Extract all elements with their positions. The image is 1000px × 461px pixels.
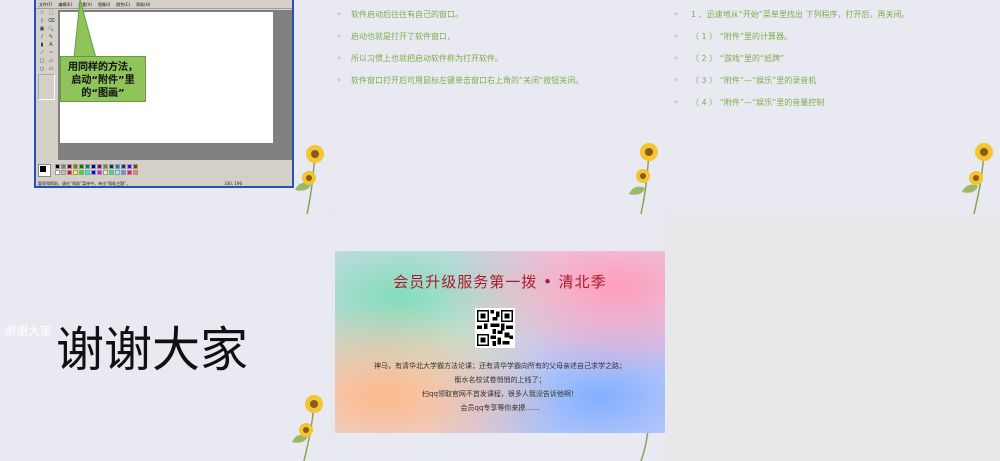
callout-line-1: 用同样的方法， (68, 62, 138, 73)
callout-line-3: 的“图画” (81, 88, 125, 99)
slide-2-bullet-list: 软件启动后往往有自己的窗口。启动也就是打开了软件窗口， 所以习惯上也就把启动软件称… (337, 9, 583, 97)
color-swatch[interactable] (55, 164, 60, 169)
bullet-item: （ 3 ） “附件”—“娱乐”里的录音机 (674, 75, 909, 86)
paint-tool-icon[interactable]: A (47, 42, 55, 49)
empty-grid-cell (668, 216, 1000, 461)
promo-line: 会员qq专享等你来撩…… (460, 404, 540, 412)
bullet-item: （ 2 ） “游戏”里的“纸牌” (674, 53, 909, 64)
color-swatch[interactable] (61, 170, 66, 175)
color-swatch[interactable] (115, 164, 120, 169)
color-swatch[interactable] (79, 164, 84, 169)
paint-tool-icon[interactable]: ☆ (38, 10, 46, 17)
sunflower-icon (962, 143, 993, 214)
thanks-shadow-text: 谢谢大家 (4, 324, 53, 338)
color-swatch[interactable] (103, 170, 108, 175)
color-swatch[interactable] (67, 164, 72, 169)
paint-menu-item[interactable]: 图像(I) (98, 0, 110, 8)
qr-code-icon[interactable] (475, 308, 515, 348)
bullet-item: （ 4 ） “附件”—“娱乐”里的音量控制 (674, 97, 909, 108)
thanks-title: 谢谢大家 (56, 322, 249, 378)
paint-tool-icon[interactable]: 🔍 (47, 26, 55, 33)
slide-3-bullet-list: 1 、迅速地从“开始”菜单里找出 下列程序，打开后，再关闭。 （ 1 ） “附件”… (674, 9, 909, 119)
callout-pointer (73, 0, 97, 58)
qr-code-graphic (477, 310, 513, 346)
paint-tool-icon[interactable]: ▱ (47, 58, 55, 65)
paint-tool-icon[interactable]: ⌫ (47, 18, 55, 25)
bullet-item: （ 1 ） “附件”里的计算器。 (674, 31, 909, 42)
color-swatch[interactable] (109, 170, 114, 175)
color-swatches (55, 164, 138, 177)
bullet-item: 软件启动后往往有自己的窗口。 (337, 9, 583, 20)
promo-description: 神马，有清华北大学霸方法论课；还有清华学霸向所有的父母亲述自己求学之路； 衡水名校… (335, 359, 665, 415)
slide-5-thumbnail[interactable]: 会员升级服务第一拨 • 清北季 神马，有清华北大学霸方法论课；还有清华学霸向所有… (333, 216, 666, 461)
callout-box: 用同样的方法， 启动“附件”里 的“图画” (60, 56, 146, 102)
status-help-text: 要获得帮助，请在“帮助”菜单中，单击“帮助主题”。 (38, 181, 131, 186)
tool-options-box (38, 74, 55, 100)
paint-statusbar: 要获得帮助，请在“帮助”菜单中，单击“帮助主题”。 330, 196 (38, 180, 292, 187)
sunflower-icon (295, 145, 324, 214)
color-swatch[interactable] (97, 170, 102, 175)
slide-3-thumbnail[interactable]: 1 、迅速地从“开始”菜单里找出 下列程序，打开后，再关闭。 （ 1 ） “附件”… (668, 0, 1000, 214)
paint-tool-icon[interactable]: □ (38, 58, 46, 65)
color-swatch[interactable] (79, 170, 84, 175)
paint-menu-item[interactable]: 颜色(C) (116, 0, 130, 8)
sunflower-icon (629, 143, 658, 214)
paint-menu-item[interactable]: 帮助(H) (136, 0, 150, 8)
slide-4-thumbnail[interactable]: 谢谢大家 谢谢大家 (0, 216, 331, 461)
color-swatch[interactable] (115, 170, 120, 175)
paint-tool-icon[interactable]: ⬚ (47, 10, 55, 17)
color-swatch[interactable] (73, 164, 78, 169)
callout-line-2: 启动“附件”里 (71, 75, 135, 86)
color-swatch[interactable] (55, 170, 60, 175)
paint-toolbox: ☆ ⬚ ◊ ⌫ ▣ 🔍 / ✎ ▮ A ⟋ ~ □ ▱ ○ ▭ (38, 10, 56, 160)
color-swatch[interactable] (67, 170, 72, 175)
bullet-item: 1 、迅速地从“开始”菜单里找出 下列程序，打开后，再关闭。 (674, 9, 909, 20)
paint-tool-icon[interactable]: ◊ (38, 18, 46, 25)
slide-sorter-grid: 文件(F) 编辑(E) 查看(V) 图像(I) 颜色(C) 帮助(H) ☆ ⬚ ◊ ⌫ ▣ 🔍 / ✎ ▮… (0, 0, 1000, 461)
paint-tool-icon[interactable]: ▣ (38, 26, 46, 33)
paint-tool-icon[interactable]: ▭ (47, 66, 55, 73)
slide-1-thumbnail[interactable]: 文件(F) 编辑(E) 查看(V) 图像(I) 颜色(C) 帮助(H) ☆ ⬚ ◊ ⌫ ▣ 🔍 / ✎ ▮… (0, 0, 331, 214)
sunflower-icon (292, 395, 323, 461)
color-swatch[interactable] (103, 164, 108, 169)
paint-menu-item[interactable]: 文件(F) (39, 0, 52, 8)
color-swatch[interactable] (109, 164, 114, 169)
color-swatch[interactable] (127, 164, 132, 169)
color-swatch[interactable] (121, 164, 126, 169)
paint-tool-icon[interactable]: ▮ (38, 42, 46, 49)
color-swatch[interactable] (133, 164, 138, 169)
color-swatch[interactable] (73, 170, 78, 175)
color-swatch[interactable] (127, 170, 132, 175)
color-palette (38, 164, 138, 177)
color-swatch[interactable] (91, 164, 96, 169)
paint-tool-icon[interactable]: ⟋ (38, 50, 46, 57)
bullet-item: 所以习惯上也就把启动软件称为打开软件。 (337, 53, 583, 64)
promo-card: 会员升级服务第一拨 • 清北季 神马，有清华北大学霸方法论课；还有清华学霸向所有… (335, 251, 665, 433)
paint-tool-icon[interactable]: ~ (47, 50, 55, 57)
status-coordinates: 330, 196 (224, 181, 242, 186)
color-swatch[interactable] (61, 164, 66, 169)
paint-tool-icon[interactable]: / (38, 34, 46, 41)
color-swatch[interactable] (85, 164, 90, 169)
paint-tool-icon[interactable]: ✎ (47, 34, 55, 41)
bullet-item: 软件窗口打开后可用鼠标左键单击窗口右上角的“关闭”按钮关闭。 (337, 75, 583, 86)
color-swatch[interactable] (97, 164, 102, 169)
color-swatch[interactable] (85, 170, 90, 175)
bullet-item: 启动也就是打开了软件窗口， (337, 31, 583, 42)
color-swatch[interactable] (133, 170, 138, 175)
color-swatch[interactable] (91, 170, 96, 175)
paint-tool-icon[interactable]: ○ (38, 66, 46, 73)
promo-line: 神马，有清华北大学霸方法论课；还有清华学霸向所有的父母亲述自己求学之路； (374, 362, 626, 370)
promo-line: 衡水名校试卷悄悄的上线了； (454, 376, 546, 384)
promo-line: 扫qq领取官网不首发课程，很多人我没告诉他啊！ (422, 390, 578, 398)
promo-title: 会员升级服务第一拨 • 清北季 (393, 273, 607, 291)
slide-2-thumbnail[interactable]: 软件启动后往往有自己的窗口。启动也就是打开了软件窗口， 所以习惯上也就把启动软件称… (333, 0, 666, 214)
color-swatch[interactable] (121, 170, 126, 175)
current-color-indicator (38, 164, 51, 177)
